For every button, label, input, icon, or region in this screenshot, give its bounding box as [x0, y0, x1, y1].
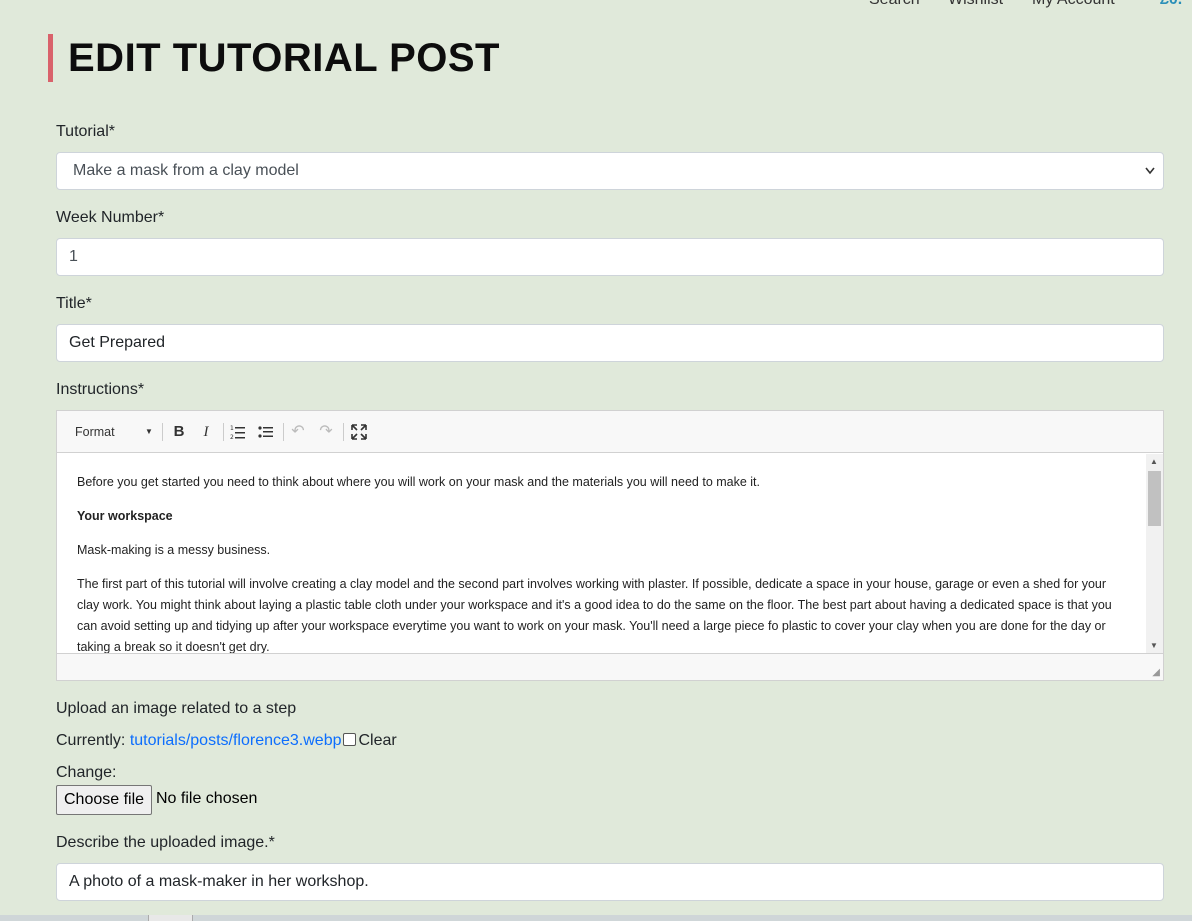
top-navigation: Search Wishlist My Account £0.: [0, 0, 1192, 11]
week-number-input[interactable]: 1: [56, 238, 1164, 276]
choose-file-button[interactable]: Choose file: [56, 785, 153, 815]
title-label: Title*: [56, 295, 92, 312]
clear-checkbox[interactable]: [343, 733, 357, 746]
editor-paragraph: The first part of this tutorial will inv…: [77, 577, 1112, 653]
fullscreen-icon: [351, 424, 367, 440]
italic-button[interactable]: I: [196, 420, 216, 444]
chevron-down-icon: [1145, 153, 1155, 189]
instructions-label: Instructions*: [56, 381, 145, 398]
scroll-up-icon[interactable]: ▲: [1150, 457, 1158, 466]
undo-button[interactable]: ↶: [288, 420, 308, 444]
caret-down-icon: ▼: [145, 427, 153, 436]
instructions-editor: Format ▼ B I 1 2 ↶ ↷ Before you get star…: [56, 410, 1164, 681]
editor-paragraph: Before you get started you need to think…: [77, 475, 761, 489]
current-image-row: Currently: tutorials/posts/florence3.web…: [56, 732, 397, 750]
tutorial-selected-value: Make a mask from a clay model: [73, 162, 299, 179]
format-dropdown-label: Format: [75, 425, 115, 439]
change-label: Change:: [56, 764, 117, 781]
resize-handle-icon[interactable]: ◢: [1152, 667, 1160, 678]
nav-wishlist-link[interactable]: Wishlist: [948, 0, 1003, 9]
week-number-label: Week Number*: [56, 209, 165, 226]
editor-statusbar: ◢: [57, 653, 1163, 680]
nav-cart-total[interactable]: £0.: [1160, 0, 1182, 9]
toolbar-divider: [162, 423, 163, 441]
currently-label: Currently:: [56, 732, 126, 749]
page-horizontal-scrollbar[interactable]: [0, 915, 1192, 921]
ordered-list-icon: 1 2: [230, 425, 245, 441]
scrollbar-thumb[interactable]: [1148, 471, 1161, 526]
svg-text:1: 1: [230, 425, 234, 432]
tutorial-label: Tutorial*: [56, 123, 115, 140]
nav-account-link[interactable]: My Account: [1032, 0, 1115, 9]
svg-text:2: 2: [230, 434, 234, 441]
horizontal-scrollbar-thumb[interactable]: [148, 915, 193, 921]
toolbar-divider: [223, 423, 224, 441]
image-description-label: Describe the uploaded image.*: [56, 834, 275, 851]
redo-button[interactable]: ↷: [316, 420, 336, 444]
clear-label: Clear: [358, 732, 397, 749]
scroll-down-icon[interactable]: ▼: [1150, 641, 1158, 650]
page-title: EDIT TUTORIAL POST: [48, 34, 500, 82]
editor-paragraph: Mask-making is a messy business.: [77, 543, 271, 557]
ordered-list-button[interactable]: 1 2: [228, 420, 248, 444]
toolbar-divider: [283, 423, 284, 441]
upload-image-label: Upload an image related to a step: [56, 700, 297, 717]
editor-scrollbar[interactable]: ▲ ▼: [1146, 454, 1163, 653]
tutorial-select[interactable]: Make a mask from a clay model: [56, 152, 1164, 190]
format-dropdown[interactable]: Format ▼: [75, 420, 159, 444]
bullet-list-button[interactable]: [256, 420, 276, 444]
bullet-list-icon: [258, 426, 273, 438]
editor-toolbar: Format ▼ B I 1 2 ↶ ↷: [57, 411, 1163, 453]
title-input[interactable]: Get Prepared: [56, 324, 1164, 362]
image-description-input[interactable]: A photo of a mask-maker in her workshop.: [56, 863, 1164, 901]
nav-search-link[interactable]: Search: [869, 0, 920, 9]
editor-heading: Your workspace: [77, 509, 173, 523]
file-status-text: No file chosen: [156, 790, 258, 807]
toolbar-divider: [343, 423, 344, 441]
editor-content[interactable]: Before you get started you need to think…: [57, 454, 1146, 653]
current-image-link[interactable]: tutorials/posts/florence3.webp: [130, 732, 342, 749]
fullscreen-button[interactable]: [349, 420, 369, 444]
bold-button[interactable]: B: [169, 420, 189, 444]
